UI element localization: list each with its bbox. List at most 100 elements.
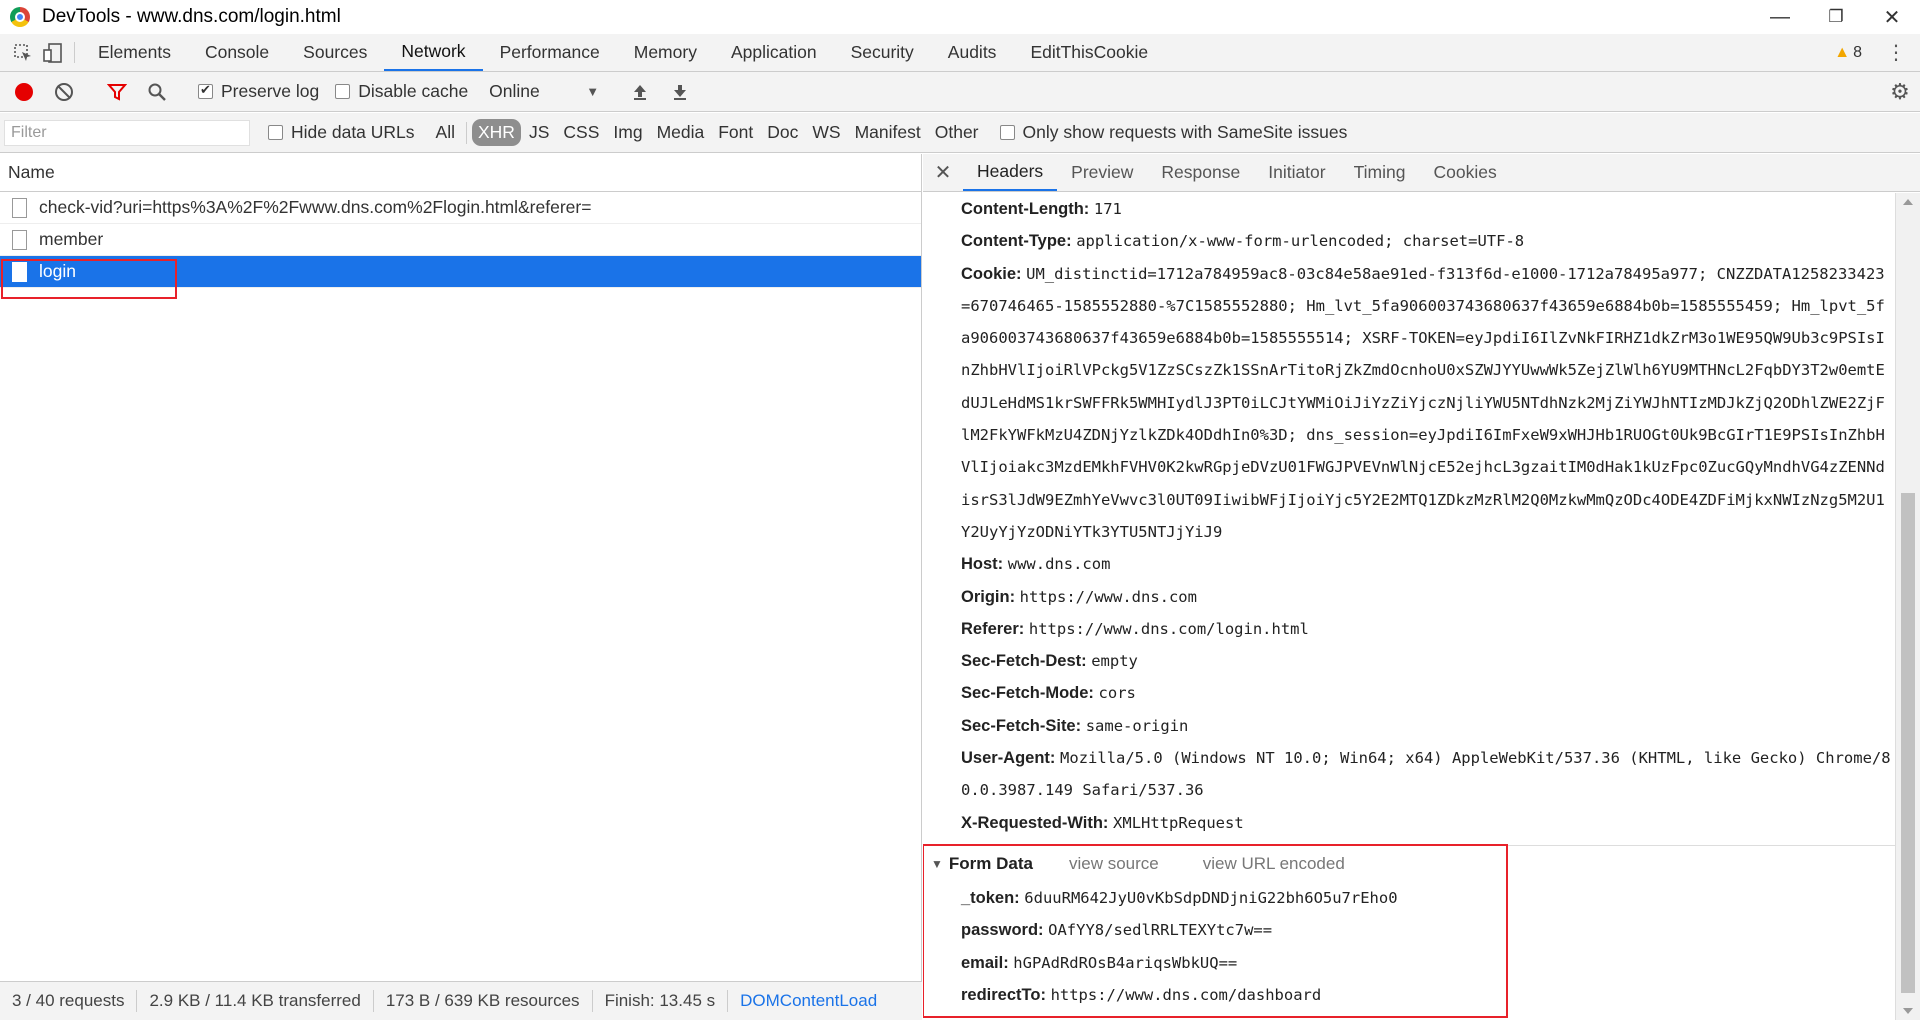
filter-type-media[interactable]: Media — [651, 119, 711, 146]
tab-memory[interactable]: Memory — [617, 34, 714, 71]
finish-time: Finish: 13.45 s — [593, 990, 729, 1012]
search-button[interactable] — [137, 72, 177, 112]
gear-icon: ⚙ — [1890, 79, 1910, 104]
form-data-section: ▼ Form Data view source view URL encoded… — [923, 843, 1895, 1018]
close-window-icon[interactable]: ✕ — [1864, 0, 1920, 34]
disable-cache-toggle[interactable]: Disable cache — [335, 81, 468, 102]
document-icon — [12, 229, 27, 250]
filter-toggle-button[interactable] — [97, 72, 137, 112]
request-row[interactable]: check-vid?uri=https%3A%2F%2Fwww.dns.com%… — [0, 192, 921, 224]
warnings-counter[interactable]: ▲ 8 — [1834, 44, 1862, 62]
throttling-select[interactable]: Online ▼ — [489, 81, 607, 102]
filter-input[interactable] — [4, 119, 250, 146]
filter-type-img[interactable]: Img — [607, 119, 648, 146]
scroll-down-icon[interactable] — [1903, 1008, 1913, 1014]
hide-data-urls-label: Hide data URLs — [291, 122, 415, 142]
tab-performance[interactable]: Performance — [483, 34, 617, 71]
view-source-link[interactable]: view source — [1069, 854, 1159, 874]
request-detail-pane: ✕ Headers Preview Response Initiator Tim… — [923, 154, 1920, 1020]
tab-editthiscookie[interactable]: EditThisCookie — [1013, 34, 1165, 71]
header-name: User-Agent: — [961, 749, 1056, 768]
device-toolbar-icon[interactable] — [38, 34, 68, 71]
scrollbar-thumb[interactable] — [1901, 493, 1915, 993]
tab-elements[interactable]: Elements — [81, 34, 188, 71]
tab-timing[interactable]: Timing — [1340, 154, 1420, 191]
tab-sources[interactable]: Sources — [286, 34, 384, 71]
download-icon — [674, 84, 687, 100]
request-list: Name check-vid?uri=https%3A%2F%2Fwww.dns… — [0, 154, 922, 981]
tab-preview[interactable]: Preview — [1057, 154, 1147, 191]
header-name: Origin: — [961, 587, 1016, 606]
filter-type-css[interactable]: CSS — [557, 119, 605, 146]
hide-data-urls-checkbox[interactable] — [268, 125, 283, 140]
tab-headers[interactable]: Headers — [963, 154, 1058, 191]
vertical-scrollbar[interactable] — [1895, 193, 1920, 1020]
header-value: https://www.dns.com/login.html — [1028, 619, 1309, 638]
login-highlight-box — [1, 259, 177, 299]
upload-icon — [634, 84, 647, 100]
request-row[interactable]: member — [0, 224, 921, 256]
detail-tab-bar: ✕ Headers Preview Response Initiator Tim… — [923, 154, 1920, 192]
form-field-name: _token: — [961, 888, 1020, 907]
header-value: application/x-www-form-urlencoded; chars… — [1076, 232, 1525, 251]
record-icon — [15, 82, 33, 101]
network-toolbar: Preserve log Disable cache Online ▼ ⚙ — [0, 72, 1920, 112]
form-field-row: _token: 6duuRM642JyU0vKbSdpDNDjniG22bh6O… — [923, 882, 1895, 914]
tab-application[interactable]: Application — [714, 34, 834, 71]
filter-type-xhr[interactable]: XHR — [472, 119, 521, 146]
tab-console[interactable]: Console — [188, 34, 286, 71]
maximize-icon[interactable]: ❐ — [1808, 0, 1864, 34]
header-name: Sec-Fetch-Mode: — [961, 684, 1094, 703]
form-field-value: 6duuRM642JyU0vKbSdpDNDjniG22bh6O5u7rEho0 — [1024, 888, 1398, 907]
disable-cache-checkbox[interactable] — [335, 84, 351, 99]
close-icon[interactable]: ✕ — [923, 154, 963, 191]
divider — [74, 42, 75, 63]
disable-cache-label: Disable cache — [358, 81, 469, 101]
view-url-encoded-link[interactable]: view URL encoded — [1203, 854, 1345, 874]
export-har-button[interactable] — [660, 72, 700, 112]
scroll-up-icon[interactable] — [1903, 199, 1913, 205]
filter-type-font[interactable]: Font — [712, 119, 759, 146]
record-button[interactable] — [4, 72, 44, 112]
samesite-checkbox[interactable] — [999, 125, 1015, 140]
window-title: DevTools - www.dns.com/login.html — [42, 6, 341, 27]
tab-network[interactable]: Network — [384, 34, 483, 71]
more-options-icon[interactable]: ⋮ — [1886, 40, 1906, 65]
form-data-header[interactable]: ▼ Form Data view source view URL encoded — [923, 846, 1895, 882]
import-har-button[interactable] — [620, 72, 660, 112]
header-row: Origin: https://www.dns.com — [923, 581, 1895, 613]
triangle-down-icon[interactable]: ▼ — [931, 857, 943, 871]
headers-content: Content-Length: 171 Content-Type: applic… — [923, 193, 1895, 1020]
header-name: Sec-Fetch-Dest: — [961, 652, 1087, 671]
header-value: Mozilla/5.0 (Windows NT 10.0; Win64; x64… — [961, 749, 1891, 800]
hide-data-urls-toggle[interactable]: Hide data URLs — [268, 122, 415, 143]
filter-type-ws[interactable]: WS — [806, 119, 846, 146]
filter-type-js[interactable]: JS — [523, 119, 555, 146]
minimize-icon[interactable]: — — [1752, 0, 1808, 34]
form-field-name: redirectTo: — [961, 985, 1046, 1004]
clear-button[interactable] — [44, 72, 84, 112]
tab-audits[interactable]: Audits — [931, 34, 1014, 71]
preserve-log-checkbox[interactable] — [198, 82, 213, 99]
form-field-value: OAfYY8/sedlRRLTEXYtc7w== — [1048, 921, 1273, 940]
name-column-header[interactable]: Name — [0, 154, 921, 192]
network-settings-button[interactable]: ⚙ — [1880, 72, 1920, 112]
form-field-name: password: — [961, 921, 1044, 940]
filter-type-all[interactable]: All — [430, 119, 461, 146]
samesite-toggle[interactable]: Only show requests with SameSite issues — [999, 122, 1347, 143]
filter-type-manifest[interactable]: Manifest — [849, 119, 927, 146]
filter-type-other[interactable]: Other — [929, 119, 985, 146]
search-icon — [148, 83, 166, 101]
inspect-element-icon[interactable] — [8, 34, 38, 71]
preserve-log-toggle[interactable]: Preserve log — [198, 81, 319, 102]
tab-security[interactable]: Security — [834, 34, 931, 71]
filter-type-doc[interactable]: Doc — [761, 119, 804, 146]
chevron-down-icon: ▼ — [586, 84, 600, 99]
header-row: Content-Type: application/x-www-form-url… — [923, 225, 1895, 257]
warnings-count: 8 — [1853, 44, 1862, 61]
chrome-logo-icon — [10, 7, 30, 27]
tab-cookies[interactable]: Cookies — [1419, 154, 1510, 191]
tab-response[interactable]: Response — [1147, 154, 1254, 191]
tab-initiator[interactable]: Initiator — [1254, 154, 1339, 191]
request-name: member — [39, 229, 104, 249]
